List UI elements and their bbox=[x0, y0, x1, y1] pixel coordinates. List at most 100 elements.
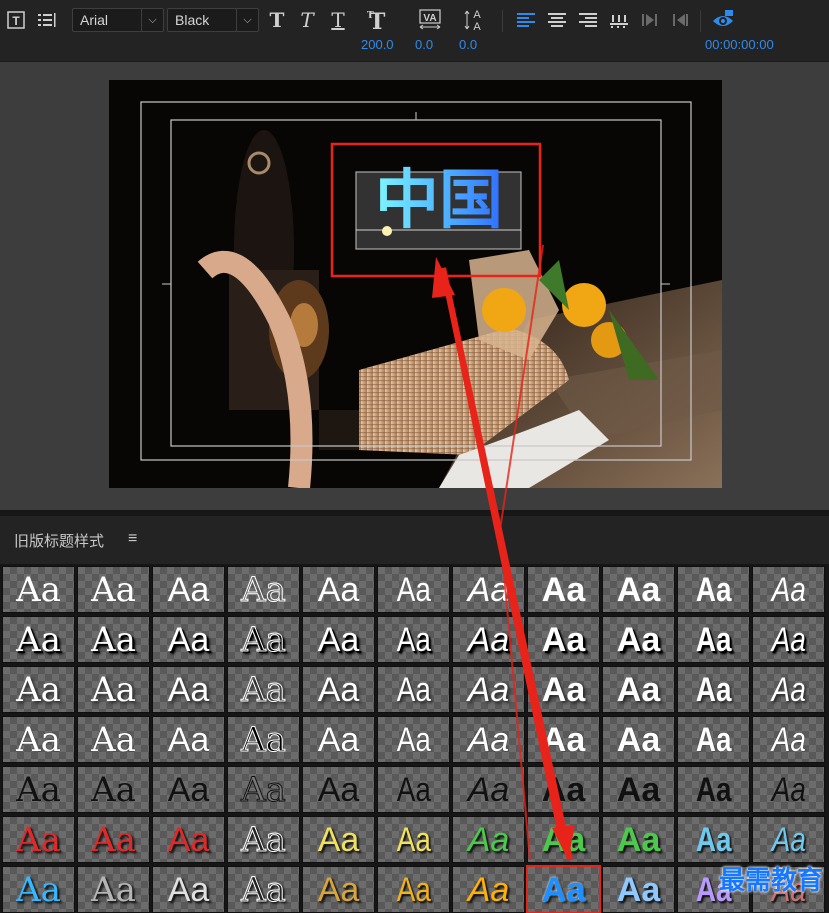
font-size-value[interactable]: 200.0 bbox=[361, 37, 394, 52]
style-swatch[interactable]: Aa bbox=[227, 566, 300, 613]
italic-button[interactable]: T bbox=[298, 8, 316, 32]
style-swatch[interactable]: Aa bbox=[152, 816, 225, 863]
style-swatch[interactable]: Aa bbox=[152, 616, 225, 663]
style-swatch[interactable]: Aa bbox=[152, 716, 225, 763]
style-swatch[interactable]: Aa bbox=[152, 866, 225, 913]
style-swatch[interactable]: Aa bbox=[527, 566, 600, 613]
style-swatch[interactable]: Aa bbox=[227, 716, 300, 763]
style-swatch[interactable]: Aa bbox=[152, 666, 225, 713]
style-swatch[interactable]: Aa bbox=[752, 816, 825, 863]
style-swatch[interactable]: Aa bbox=[527, 716, 600, 763]
style-swatch[interactable]: Aa bbox=[152, 566, 225, 613]
paragraph-rtl-icon[interactable] bbox=[670, 10, 692, 30]
style-swatch[interactable]: Aa bbox=[602, 666, 675, 713]
swatch-sample-text: Aa bbox=[396, 720, 431, 759]
style-swatch[interactable]: Aa bbox=[227, 816, 300, 863]
style-swatch[interactable]: Aa bbox=[302, 566, 375, 613]
style-swatch[interactable]: Aa bbox=[677, 616, 750, 663]
style-swatch[interactable]: Aa bbox=[152, 766, 225, 813]
style-swatch[interactable]: Aa bbox=[677, 816, 750, 863]
style-swatch[interactable]: Aa bbox=[602, 766, 675, 813]
paragraph-ltr-icon[interactable] bbox=[639, 10, 661, 30]
style-swatch[interactable]: Aa bbox=[602, 566, 675, 613]
style-swatch[interactable]: Aa bbox=[77, 766, 150, 813]
style-swatch[interactable]: Aa bbox=[527, 616, 600, 663]
style-swatch[interactable]: Aa bbox=[377, 866, 450, 913]
style-swatch[interactable]: Aa bbox=[77, 666, 150, 713]
video-frame[interactable]: 中国 bbox=[109, 80, 722, 488]
leading-value[interactable]: 0.0 bbox=[459, 37, 477, 52]
style-swatch[interactable]: Aa bbox=[302, 616, 375, 663]
style-swatch[interactable]: Aa bbox=[2, 616, 75, 663]
style-swatch[interactable]: Aa bbox=[452, 766, 525, 813]
style-swatch[interactable]: Aa bbox=[77, 816, 150, 863]
style-swatch[interactable]: Aa bbox=[2, 816, 75, 863]
style-swatch[interactable]: Aa bbox=[227, 766, 300, 813]
align-center-icon[interactable] bbox=[546, 10, 568, 30]
style-swatch[interactable]: Aa bbox=[602, 816, 675, 863]
style-swatch[interactable]: Aa bbox=[302, 666, 375, 713]
title-text[interactable]: 中国 bbox=[375, 164, 503, 238]
title-type-tool-icon[interactable]: T bbox=[6, 10, 26, 30]
style-swatch[interactable]: Aa bbox=[677, 716, 750, 763]
style-swatch[interactable]: Aa bbox=[677, 566, 750, 613]
style-swatch[interactable]: Aa bbox=[77, 566, 150, 613]
align-list-icon[interactable] bbox=[36, 10, 58, 30]
style-swatch[interactable]: Aa bbox=[227, 666, 300, 713]
style-swatch[interactable]: Aa bbox=[677, 766, 750, 813]
style-swatch[interactable]: Aa bbox=[227, 616, 300, 663]
style-swatch[interactable]: Aa bbox=[602, 716, 675, 763]
style-swatch[interactable]: Aa bbox=[377, 766, 450, 813]
tab-stops-icon[interactable] bbox=[608, 10, 630, 30]
style-swatch[interactable]: Aa bbox=[377, 716, 450, 763]
style-swatch[interactable]: Aa bbox=[452, 566, 525, 613]
align-right-icon[interactable] bbox=[577, 10, 599, 30]
panel-menu-icon[interactable]: ≡ bbox=[128, 530, 137, 548]
style-swatch[interactable]: Aa bbox=[752, 616, 825, 663]
style-swatch[interactable]: Aa bbox=[377, 566, 450, 613]
style-swatch[interactable]: Aa bbox=[227, 866, 300, 913]
style-swatch-selected[interactable]: Aa bbox=[526, 865, 601, 913]
kerning-value[interactable]: 0.0 bbox=[415, 37, 433, 52]
style-swatch[interactable]: Aa bbox=[77, 866, 150, 913]
bold-button[interactable]: T bbox=[268, 8, 286, 32]
style-swatch[interactable]: Aa bbox=[452, 816, 525, 863]
swatch-sample-text: Aa bbox=[616, 570, 661, 609]
style-swatch[interactable]: Aa bbox=[752, 716, 825, 763]
style-swatch[interactable]: Aa bbox=[377, 666, 450, 713]
style-swatch[interactable]: Aa bbox=[2, 866, 75, 913]
style-swatch[interactable]: Aa bbox=[452, 716, 525, 763]
style-swatch[interactable]: Aa bbox=[377, 816, 450, 863]
style-swatch[interactable]: Aa bbox=[452, 616, 525, 663]
underline-button[interactable]: T bbox=[329, 8, 347, 32]
style-swatch[interactable]: Aa bbox=[302, 816, 375, 863]
swatch-sample-text: Aa bbox=[241, 669, 287, 710]
style-swatch[interactable]: Aa bbox=[302, 766, 375, 813]
show-background-video-icon[interactable] bbox=[710, 8, 736, 32]
swatch-sample-text: Aa bbox=[396, 570, 431, 609]
style-swatch[interactable]: Aa bbox=[452, 666, 525, 713]
style-swatch[interactable]: Aa bbox=[752, 566, 825, 613]
style-swatch[interactable]: Aa bbox=[602, 616, 675, 663]
style-swatch[interactable]: Aa bbox=[77, 616, 150, 663]
style-swatch[interactable]: Aa bbox=[2, 766, 75, 813]
style-swatch[interactable]: Aa bbox=[302, 716, 375, 763]
align-left-icon[interactable] bbox=[515, 10, 537, 30]
style-swatch[interactable]: Aa bbox=[527, 666, 600, 713]
font-style-select[interactable]: Black ⌵ bbox=[167, 8, 259, 32]
style-swatch[interactable]: Aa bbox=[752, 666, 825, 713]
style-swatch[interactable]: Aa bbox=[527, 766, 600, 813]
style-swatch[interactable]: Aa bbox=[752, 766, 825, 813]
style-swatch[interactable]: Aa bbox=[77, 716, 150, 763]
style-swatch[interactable]: Aa bbox=[677, 666, 750, 713]
style-swatch[interactable]: Aa bbox=[602, 866, 675, 913]
style-swatch[interactable]: Aa bbox=[302, 866, 375, 913]
style-swatch[interactable]: Aa bbox=[377, 616, 450, 663]
style-swatch[interactable]: Aa bbox=[527, 816, 600, 863]
style-swatch[interactable]: Aa bbox=[452, 866, 525, 913]
font-family-select[interactable]: Arial ⌵ bbox=[72, 8, 164, 32]
style-swatch[interactable]: Aa bbox=[2, 716, 75, 763]
timecode-value[interactable]: 00:00:00:00 bbox=[705, 37, 774, 52]
style-swatch[interactable]: Aa bbox=[2, 666, 75, 713]
style-swatch[interactable]: Aa bbox=[2, 566, 75, 613]
